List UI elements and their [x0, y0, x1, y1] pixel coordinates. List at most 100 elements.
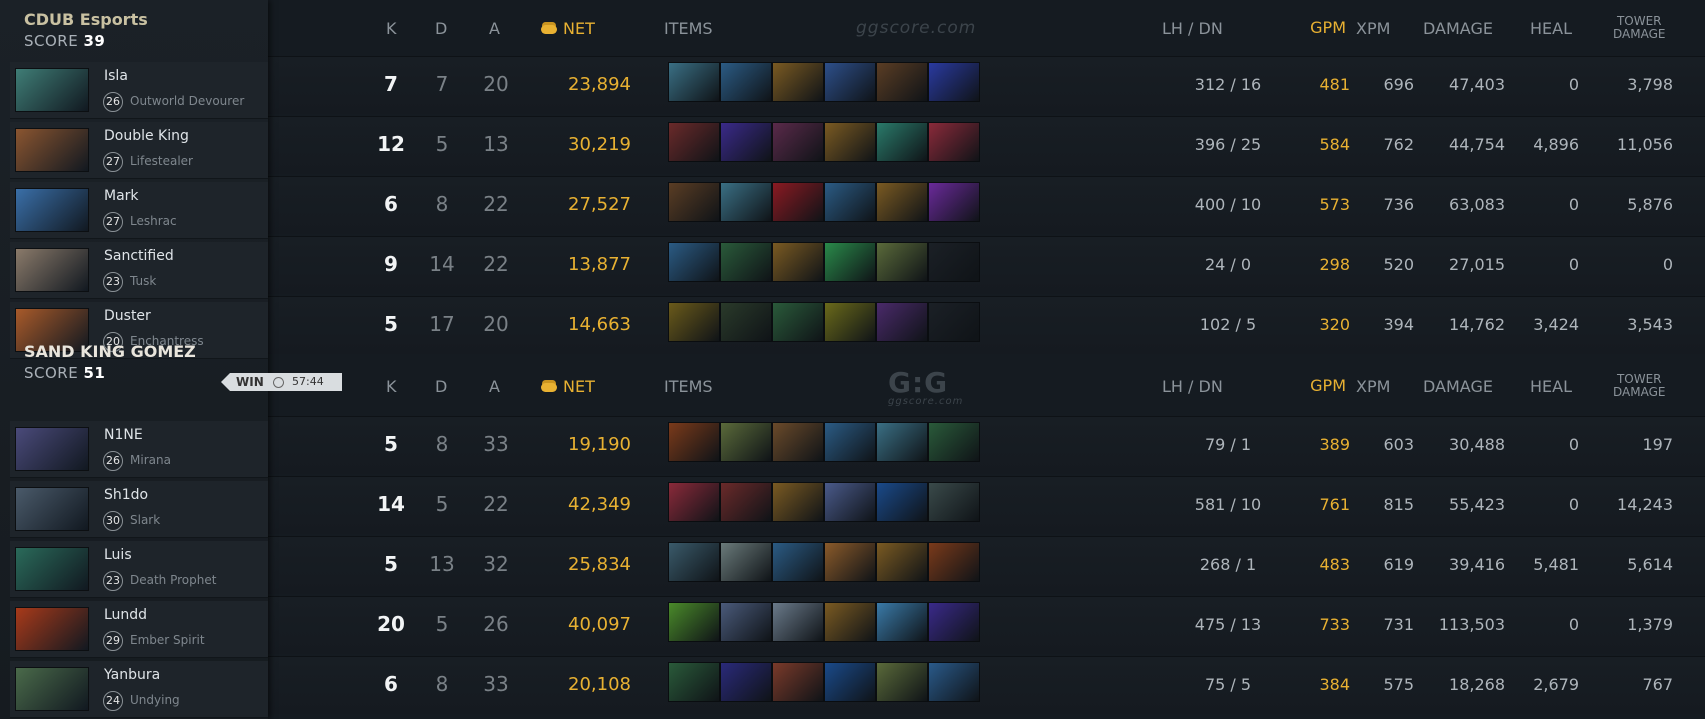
- item-slot[interactable]: [772, 662, 824, 702]
- item-slot[interactable]: [720, 422, 772, 462]
- item-slot[interactable]: [824, 662, 876, 702]
- hero-portrait[interactable]: [15, 667, 89, 711]
- player-name[interactable]: Mark: [104, 188, 139, 204]
- item-slot[interactable]: [824, 62, 876, 102]
- item-slot[interactable]: [876, 242, 928, 282]
- hero-name: Ember Spirit: [130, 633, 205, 647]
- item-slot[interactable]: [772, 482, 824, 522]
- item-slot[interactable]: [668, 482, 720, 522]
- item-slot[interactable]: [720, 182, 772, 222]
- item-slot[interactable]: [876, 62, 928, 102]
- item-slot[interactable]: [876, 302, 928, 342]
- item-slot[interactable]: [928, 122, 980, 162]
- item-slot[interactable]: [720, 122, 772, 162]
- player-name[interactable]: Luis: [104, 547, 132, 563]
- item-slot[interactable]: [668, 122, 720, 162]
- item-slot[interactable]: [824, 122, 876, 162]
- hero-portrait[interactable]: [15, 547, 89, 591]
- item-slot[interactable]: [772, 422, 824, 462]
- item-slot[interactable]: [928, 482, 980, 522]
- player-card[interactable]: Mark 27 Leshrac: [10, 182, 268, 239]
- item-slot[interactable]: [720, 662, 772, 702]
- item-slot[interactable]: [876, 182, 928, 222]
- item-slot[interactable]: [668, 602, 720, 642]
- item-slot[interactable]: [928, 542, 980, 582]
- item-slot[interactable]: [668, 542, 720, 582]
- item-slot[interactable]: [720, 542, 772, 582]
- item-slot[interactable]: [772, 302, 824, 342]
- item-slot[interactable]: [720, 482, 772, 522]
- player-card[interactable]: Sh1do 30 Slark: [10, 481, 268, 538]
- deaths: 14: [429, 252, 455, 276]
- hero-name: Leshrac: [130, 214, 177, 228]
- player-name[interactable]: N1NE: [104, 427, 143, 443]
- hero-portrait[interactable]: [15, 607, 89, 651]
- hero-portrait[interactable]: [15, 68, 89, 112]
- item-slot[interactable]: [772, 602, 824, 642]
- item-slot[interactable]: [876, 122, 928, 162]
- item-slot[interactable]: [928, 662, 980, 702]
- player-name[interactable]: Yanbura: [104, 667, 160, 683]
- item-slot[interactable]: [720, 242, 772, 282]
- last-hits-denies: 268 / 1: [1199, 555, 1257, 574]
- item-slot[interactable]: [824, 242, 876, 282]
- hero-portrait[interactable]: [15, 487, 89, 531]
- item-slot[interactable]: [668, 242, 720, 282]
- player-card[interactable]: Yanbura 24 Undying: [10, 661, 268, 718]
- net-worth: 14,663: [568, 314, 631, 335]
- item-slot[interactable]: [668, 662, 720, 702]
- item-slot[interactable]: [876, 482, 928, 522]
- item-slot[interactable]: [928, 182, 980, 222]
- item-slot[interactable]: [772, 542, 824, 582]
- item-slot[interactable]: [824, 182, 876, 222]
- gpm: 384: [1319, 675, 1350, 694]
- last-hits: 396: [1194, 135, 1226, 154]
- player-name[interactable]: Sanctified: [104, 248, 174, 264]
- item-slot[interactable]: [876, 422, 928, 462]
- item-slot[interactable]: [928, 602, 980, 642]
- item-slot[interactable]: [720, 302, 772, 342]
- item-slot[interactable]: [928, 422, 980, 462]
- item-slot[interactable]: [876, 602, 928, 642]
- item-slot[interactable]: [772, 122, 824, 162]
- hero-portrait[interactable]: [15, 188, 89, 232]
- item-slot[interactable]: [720, 62, 772, 102]
- item-slot[interactable]: [876, 542, 928, 582]
- hero-portrait[interactable]: [15, 128, 89, 172]
- player-card[interactable]: Luis 23 Death Prophet: [10, 541, 268, 598]
- player-card[interactable]: Lundd 29 Ember Spirit: [10, 601, 268, 658]
- player-name[interactable]: Duster: [104, 308, 151, 324]
- item-slot[interactable]: [928, 62, 980, 102]
- denies: 1: [1240, 435, 1252, 454]
- player-card[interactable]: Isla 26 Outworld Devourer: [10, 62, 268, 119]
- player-card[interactable]: Double King 27 Lifestealer: [10, 122, 268, 179]
- item-slot[interactable]: [928, 242, 980, 282]
- player-card[interactable]: Sanctified 23 Tusk: [10, 242, 268, 299]
- item-slot[interactable]: [772, 62, 824, 102]
- item-slot[interactable]: [772, 182, 824, 222]
- item-slot[interactable]: [772, 242, 824, 282]
- hero-portrait[interactable]: [15, 248, 89, 292]
- xpm: 762: [1383, 135, 1414, 154]
- item-slot[interactable]: [824, 302, 876, 342]
- assists: 13: [483, 132, 509, 156]
- player-name[interactable]: Isla: [104, 68, 128, 84]
- item-slot[interactable]: [668, 62, 720, 102]
- item-slot[interactable]: [824, 482, 876, 522]
- player-name[interactable]: Lundd: [104, 607, 147, 623]
- item-slot[interactable]: [824, 602, 876, 642]
- player-name[interactable]: Sh1do: [104, 487, 148, 503]
- hero-portrait[interactable]: [15, 427, 89, 471]
- deaths: 5: [435, 492, 449, 516]
- item-slot[interactable]: [928, 302, 980, 342]
- item-slot[interactable]: [668, 422, 720, 462]
- item-slot[interactable]: [720, 602, 772, 642]
- player-name[interactable]: Double King: [104, 128, 189, 144]
- item-slot[interactable]: [876, 662, 928, 702]
- hero-damage: 27,015: [1449, 255, 1505, 274]
- item-slot[interactable]: [824, 542, 876, 582]
- item-slot[interactable]: [824, 422, 876, 462]
- item-slot[interactable]: [668, 302, 720, 342]
- item-slot[interactable]: [668, 182, 720, 222]
- player-card[interactable]: N1NE 26 Mirana: [10, 421, 268, 478]
